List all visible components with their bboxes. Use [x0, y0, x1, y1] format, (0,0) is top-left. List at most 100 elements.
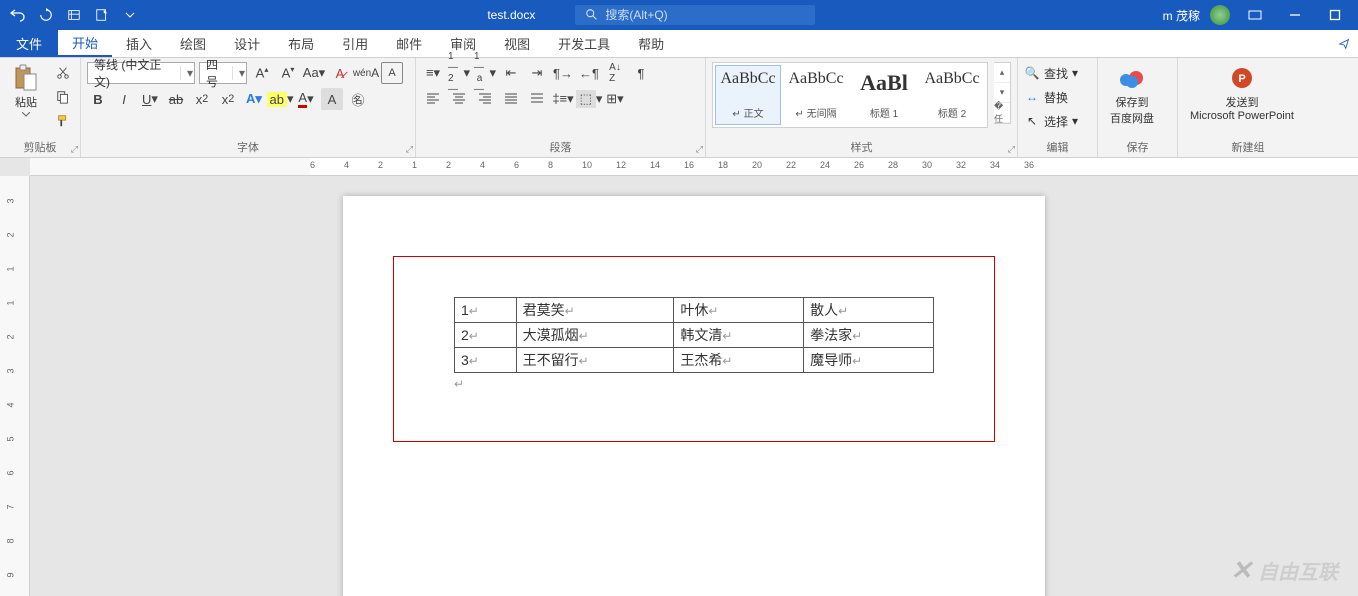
font-launcher[interactable]: ⤢: [406, 144, 413, 155]
font-name-combo[interactable]: 等线 (中文正文)▾: [87, 62, 195, 84]
ribbon-tabs: 文件 开始 插入 绘图 设计 布局 引用 邮件 审阅 视图 开发工具 帮助: [0, 30, 1358, 58]
search-box[interactable]: [575, 5, 815, 25]
styles-launcher[interactable]: ⤢: [1008, 144, 1015, 155]
tab-insert[interactable]: 插入: [112, 30, 166, 57]
sort-button[interactable]: A↓Z: [604, 62, 626, 84]
style-normal[interactable]: AaBbCc↵ 正文: [715, 65, 781, 125]
grow-font-button[interactable]: A▴: [251, 62, 273, 84]
clipboard-launcher[interactable]: ⤢: [71, 144, 78, 155]
bold-button[interactable]: B: [87, 88, 109, 110]
rtl-button[interactable]: ←¶: [578, 62, 600, 84]
multilevel-button[interactable]: 1— a—▾: [474, 62, 496, 84]
style-heading1[interactable]: AaBl标题 1: [851, 65, 917, 125]
subscript-button[interactable]: x2: [191, 88, 213, 110]
qat-button-1[interactable]: [64, 5, 84, 25]
table-cell[interactable]: 魔导师↵: [804, 348, 934, 373]
format-painter-button[interactable]: [52, 110, 74, 132]
group-label-paragraph: 段落: [422, 137, 699, 155]
user-avatar[interactable]: [1210, 5, 1230, 25]
decrease-indent-button[interactable]: ⇤: [500, 62, 522, 84]
qat-button-2[interactable]: [92, 5, 112, 25]
table-cell[interactable]: 3↵: [455, 348, 517, 373]
ltr-button[interactable]: ¶→: [552, 62, 574, 84]
numbering-button[interactable]: 1—2—▾: [448, 62, 470, 84]
style-nospacing[interactable]: AaBbCc↵ 无间隔: [783, 65, 849, 125]
table-cell[interactable]: 散人↵: [804, 298, 934, 323]
tab-mailings[interactable]: 邮件: [382, 30, 436, 57]
show-marks-button[interactable]: ¶: [630, 62, 652, 84]
tab-home[interactable]: 开始: [58, 30, 112, 57]
copy-button[interactable]: [52, 86, 74, 108]
line-spacing-button[interactable]: ‡≡▾: [552, 88, 574, 110]
font-size-combo[interactable]: 四号▾: [199, 62, 247, 84]
align-right-button[interactable]: [474, 88, 496, 110]
superscript-button[interactable]: x2: [217, 88, 239, 110]
minimize-button[interactable]: [1280, 5, 1310, 25]
justify-button[interactable]: [500, 88, 522, 110]
distribute-button[interactable]: [526, 88, 548, 110]
table-cell[interactable]: 2↵: [455, 323, 517, 348]
bullets-button[interactable]: ≡▾: [422, 62, 444, 84]
phonetic-guide-button[interactable]: wénA: [355, 62, 377, 84]
table-cell[interactable]: 韩文清↵: [674, 323, 804, 348]
table-row[interactable]: 1↵君莫笑↵叶休↵散人↵: [455, 298, 934, 323]
tab-devtools[interactable]: 开发工具: [544, 30, 624, 57]
tab-references[interactable]: 引用: [328, 30, 382, 57]
styles-more-button[interactable]: �任: [994, 103, 1010, 123]
select-button[interactable]: ↖选择▾: [1024, 110, 1078, 132]
redo-button[interactable]: [36, 5, 56, 25]
style-heading2[interactable]: AaBbCc标题 2: [919, 65, 985, 125]
cut-button[interactable]: [52, 62, 74, 84]
table-row[interactable]: 2↵大漠孤烟↵韩文清↵拳法家↵: [455, 323, 934, 348]
replace-button[interactable]: ↔替换: [1024, 86, 1068, 108]
document-table[interactable]: 1↵君莫笑↵叶休↵散人↵2↵大漠孤烟↵韩文清↵拳法家↵3↵王不留行↵王杰希↵魔导…: [454, 297, 934, 373]
strike-button[interactable]: ab: [165, 88, 187, 110]
share-button[interactable]: [1334, 34, 1354, 54]
char-border-button[interactable]: A: [381, 62, 403, 84]
document-canvas[interactable]: 1↵君莫笑↵叶休↵散人↵2↵大漠孤烟↵韩文清↵拳法家↵3↵王不留行↵王杰希↵魔导…: [30, 176, 1358, 596]
tab-view[interactable]: 视图: [490, 30, 544, 57]
send-to-powerpoint-button[interactable]: P 发送到 Microsoft PowerPoint: [1184, 62, 1300, 124]
table-cell[interactable]: 拳法家↵: [804, 323, 934, 348]
shrink-font-button[interactable]: A▾: [277, 62, 299, 84]
tab-help[interactable]: 帮助: [624, 30, 678, 57]
table-cell[interactable]: 叶休↵: [674, 298, 804, 323]
tab-draw[interactable]: 绘图: [166, 30, 220, 57]
styles-up-button[interactable]: ▴: [994, 63, 1010, 83]
table-cell[interactable]: 君莫笑↵: [516, 298, 674, 323]
table-cell[interactable]: 王不留行↵: [516, 348, 674, 373]
align-center-button[interactable]: [448, 88, 470, 110]
underline-button[interactable]: U▾: [139, 88, 161, 110]
maximize-button[interactable]: [1320, 5, 1350, 25]
italic-button[interactable]: I: [113, 88, 135, 110]
find-button[interactable]: 🔍查找▾: [1024, 62, 1078, 84]
clear-format-button[interactable]: A̷: [329, 62, 351, 84]
table-cell[interactable]: 大漠孤烟↵: [516, 323, 674, 348]
enclose-char-button[interactable]: ㊔: [347, 88, 369, 110]
table-cell[interactable]: 王杰希↵: [674, 348, 804, 373]
text-effects-button[interactable]: A▾: [243, 88, 265, 110]
ribbon-display-button[interactable]: [1240, 5, 1270, 25]
tab-design[interactable]: 设计: [220, 30, 274, 57]
qat-customize-dropdown[interactable]: [120, 5, 140, 25]
paragraph-launcher[interactable]: ⤢: [696, 144, 703, 155]
undo-button[interactable]: [8, 5, 28, 25]
paste-button[interactable]: 粘贴: [6, 62, 46, 119]
align-left-button[interactable]: [422, 88, 444, 110]
increase-indent-button[interactable]: ⇥: [526, 62, 548, 84]
borders-button[interactable]: ⊞▾: [604, 88, 626, 110]
tab-file[interactable]: 文件: [0, 30, 58, 57]
ruler-horizontal[interactable]: 642124681012141618202224262830323436: [30, 158, 1358, 176]
shading-button[interactable]: ⬚▾: [578, 88, 600, 110]
ruler-vertical[interactable]: 321123456789: [0, 176, 30, 596]
table-cell[interactable]: 1↵: [455, 298, 517, 323]
table-row[interactable]: 3↵王不留行↵王杰希↵魔导师↵: [455, 348, 934, 373]
save-to-baidu-button[interactable]: 保存到 百度网盘: [1104, 62, 1160, 128]
char-shading-button[interactable]: A: [321, 88, 343, 110]
font-color-button[interactable]: A▾: [295, 88, 317, 110]
tab-layout[interactable]: 布局: [274, 30, 328, 57]
styles-gallery: AaBbCc↵ 正文 AaBbCc↵ 无间隔 AaBl标题 1 AaBbCc标题…: [712, 62, 988, 128]
change-case-button[interactable]: Aa▾: [303, 62, 325, 84]
search-input[interactable]: [605, 8, 805, 22]
highlight-button[interactable]: ab▾: [269, 88, 291, 110]
